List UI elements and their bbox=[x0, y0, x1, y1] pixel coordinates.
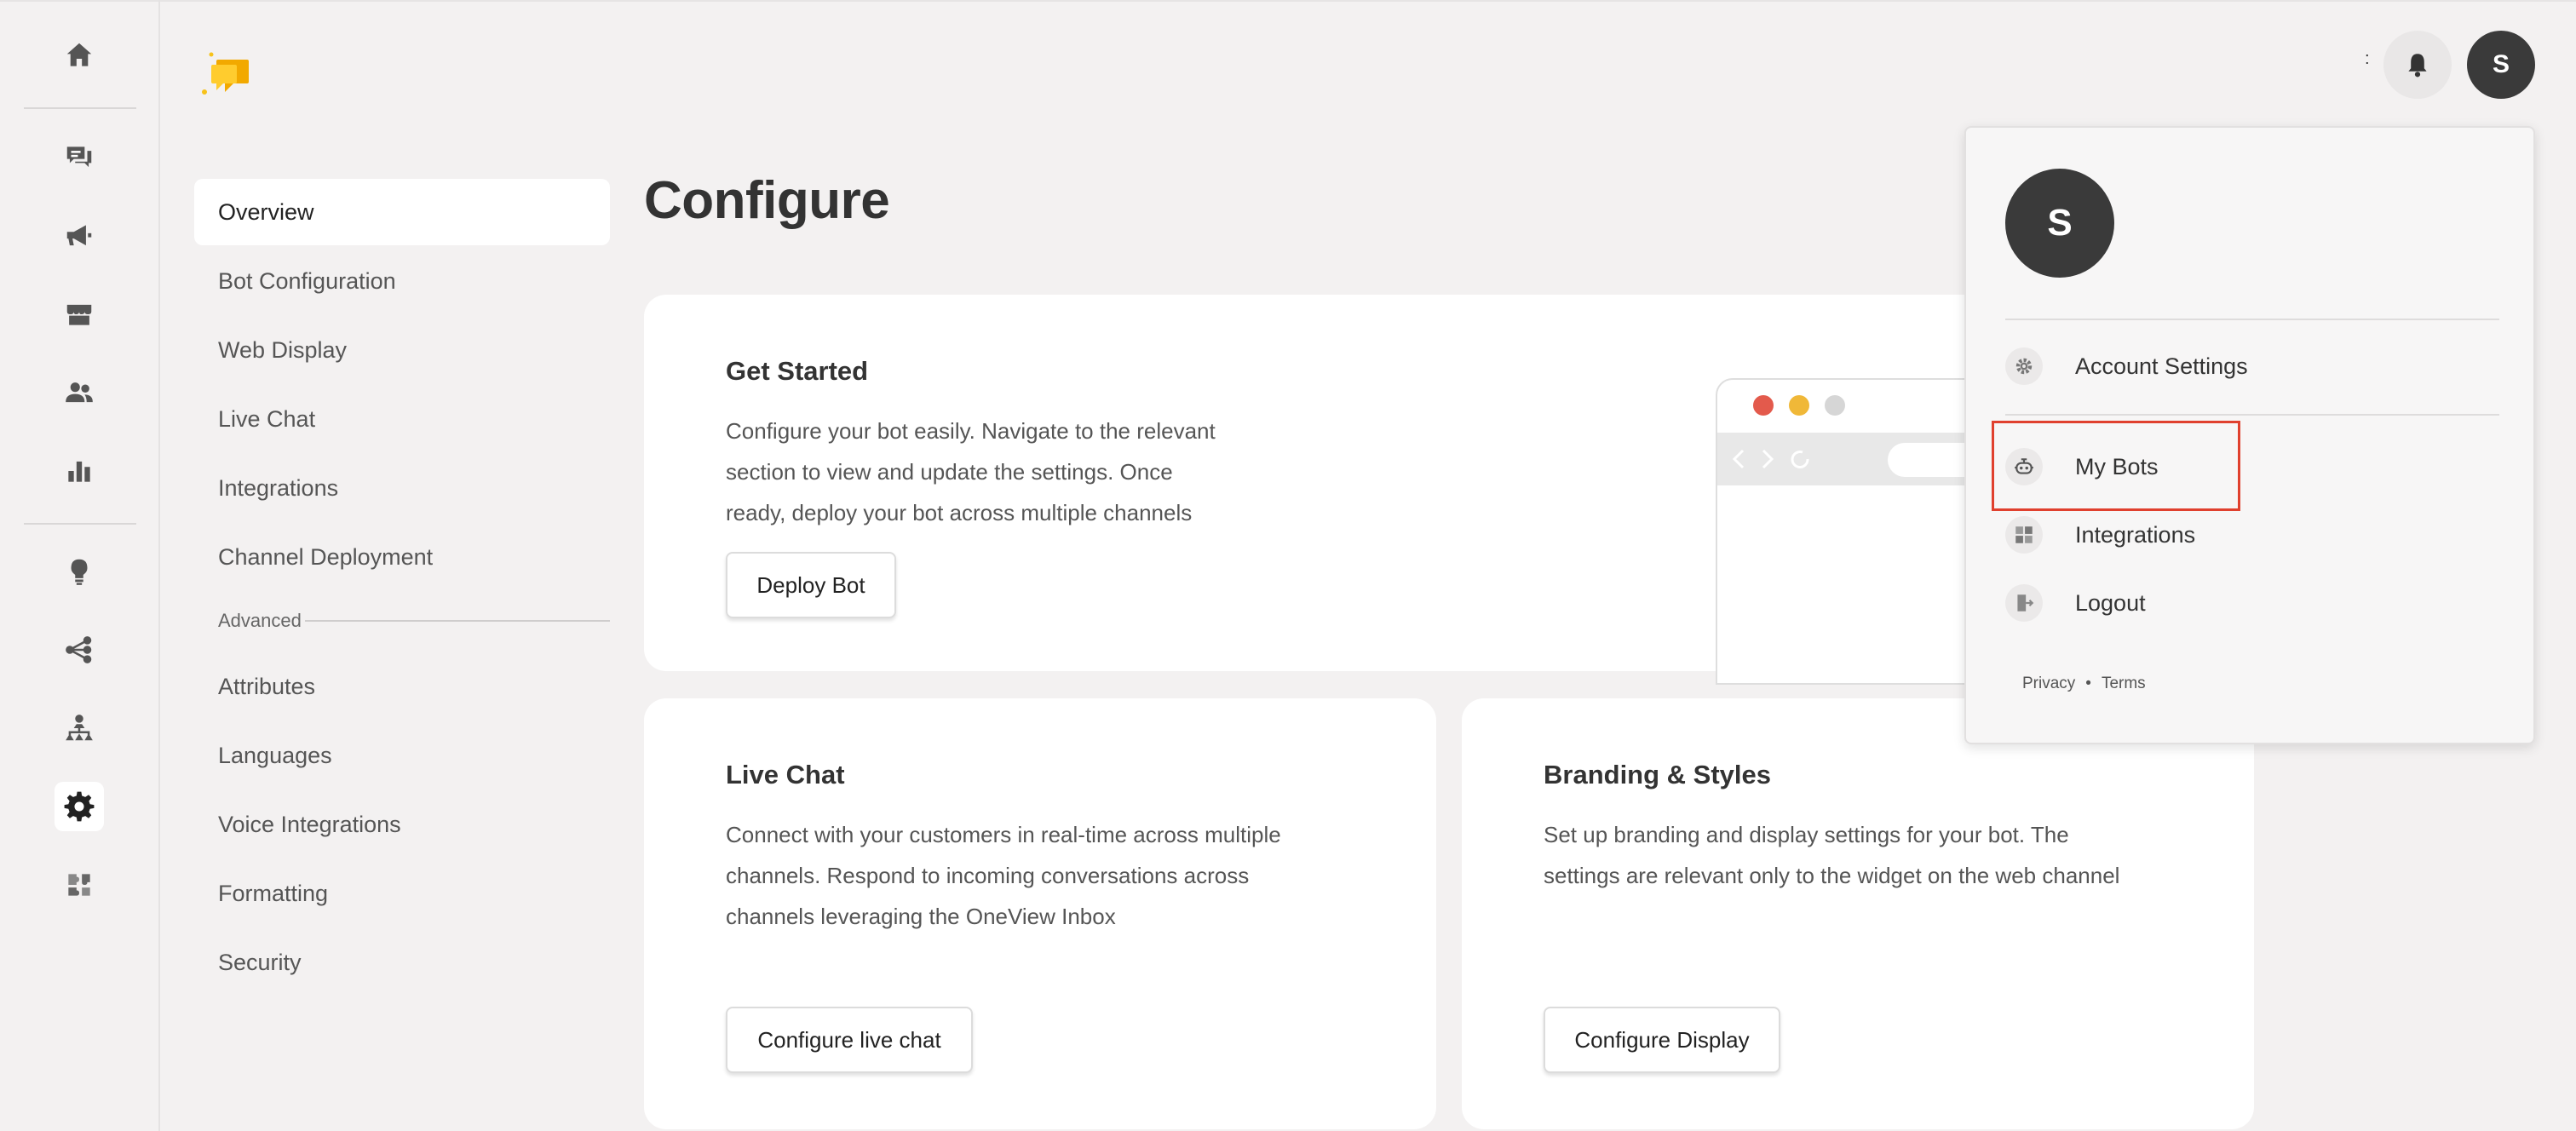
home-icon[interactable] bbox=[55, 31, 104, 80]
menu-item-logout[interactable]: Logout bbox=[2005, 576, 2499, 630]
profile-dropdown: S Account Settings My Bots Integrations … bbox=[1964, 126, 2535, 744]
menu-item-label: My Bots bbox=[2075, 453, 2159, 479]
desc-line: Configure your bot easily. Navigate to t… bbox=[726, 418, 1216, 444]
nav-item-security[interactable]: Security bbox=[194, 929, 610, 996]
top-border bbox=[0, 0, 2576, 2]
dropdown-footer: Privacy • Terms bbox=[2022, 675, 2146, 693]
card-title: Live Chat bbox=[726, 760, 845, 789]
maximize-dot-icon bbox=[1825, 395, 1845, 416]
card-description: Set up branding and display settings for… bbox=[1544, 814, 2119, 896]
puzzle-icon bbox=[2005, 516, 2043, 554]
desc-line: channels. Respond to incoming conversati… bbox=[726, 863, 1250, 888]
menu-item-integrations[interactable]: Integrations bbox=[2005, 508, 2499, 562]
card-description: Configure your bot easily. Navigate to t… bbox=[726, 410, 1216, 533]
deploy-bot-button[interactable]: Deploy Bot bbox=[726, 552, 896, 618]
gear-icon[interactable] bbox=[55, 782, 104, 831]
card-title: Get Started bbox=[726, 356, 869, 386]
conversations-icon[interactable] bbox=[55, 133, 104, 182]
robot-icon bbox=[2005, 448, 2043, 485]
minimize-dot-icon bbox=[1789, 395, 1809, 416]
configure-display-button[interactable]: Configure Display bbox=[1544, 1007, 1780, 1073]
nav-item-channel-deployment[interactable]: Channel Deployment bbox=[194, 524, 610, 590]
menu-item-label: Integrations bbox=[2075, 521, 2196, 548]
live-chat-card: Live Chat Connect with your customers in… bbox=[644, 698, 1436, 1129]
puzzle-icon[interactable] bbox=[55, 860, 104, 910]
rail-divider bbox=[24, 523, 136, 525]
desc-line: settings are relevant only to the widget… bbox=[1544, 863, 2120, 888]
desc-line: ready, deploy your bot across multiple c… bbox=[726, 500, 1193, 525]
menu-item-label: Logout bbox=[2075, 589, 2146, 616]
truncated-text: : bbox=[2365, 49, 2370, 68]
desc-line: Set up branding and display settings for… bbox=[1544, 822, 2069, 847]
nav-item-formatting[interactable]: Formatting bbox=[194, 860, 610, 927]
flow-icon[interactable] bbox=[55, 625, 104, 675]
brand-logo-icon bbox=[199, 49, 259, 100]
dropdown-divider bbox=[2005, 319, 2499, 320]
hierarchy-icon[interactable] bbox=[55, 703, 104, 753]
bell-icon bbox=[2408, 54, 2427, 78]
lightbulb-icon[interactable] bbox=[55, 547, 104, 596]
megaphone-icon[interactable] bbox=[55, 211, 104, 261]
card-description: Connect with your customers in real-time… bbox=[726, 814, 1281, 937]
terms-link[interactable]: Terms bbox=[2102, 675, 2146, 693]
privacy-link[interactable]: Privacy bbox=[2022, 675, 2075, 693]
nav-item-live-chat[interactable]: Live Chat bbox=[194, 386, 610, 452]
analytics-icon[interactable] bbox=[55, 446, 104, 496]
users-icon[interactable] bbox=[55, 368, 104, 417]
menu-item-label: Account Settings bbox=[2075, 353, 2248, 379]
notifications-button[interactable] bbox=[2383, 31, 2452, 99]
rail-divider bbox=[24, 107, 136, 109]
section-divider bbox=[304, 620, 610, 622]
desc-line: Connect with your customers in real-time… bbox=[726, 822, 1281, 847]
logout-icon bbox=[2005, 584, 2043, 622]
nav-item-attributes[interactable]: Attributes bbox=[194, 653, 610, 720]
card-title: Branding & Styles bbox=[1544, 760, 1771, 789]
icon-rail bbox=[0, 0, 160, 1131]
nav-item-overview[interactable]: Overview bbox=[194, 179, 610, 245]
nav-section-advanced: Advanced bbox=[218, 610, 610, 632]
gear-icon bbox=[2005, 347, 2043, 385]
footer-separator: • bbox=[2085, 675, 2091, 692]
nav-item-bot-configuration[interactable]: Bot Configuration bbox=[194, 248, 610, 314]
menu-item-account-settings[interactable]: Account Settings bbox=[2005, 339, 2499, 393]
menu-item-my-bots[interactable]: My Bots bbox=[2005, 439, 2499, 494]
dropdown-avatar: S bbox=[2005, 169, 2114, 278]
desc-line: channels leveraging the OneView Inbox bbox=[726, 904, 1116, 929]
dropdown-divider bbox=[2005, 414, 2499, 416]
nav-section-label: Advanced bbox=[218, 610, 302, 631]
page-title: Configure bbox=[644, 171, 890, 230]
nav-item-integrations[interactable]: Integrations bbox=[194, 455, 610, 521]
desc-line: section to view and update the settings.… bbox=[726, 459, 1173, 485]
store-icon[interactable] bbox=[55, 290, 104, 339]
nav-item-web-display[interactable]: Web Display bbox=[194, 317, 610, 383]
user-avatar-button[interactable]: S bbox=[2467, 31, 2535, 99]
nav-item-voice-integrations[interactable]: Voice Integrations bbox=[194, 791, 610, 858]
branding-styles-card: Branding & Styles Set up branding and di… bbox=[1462, 698, 2254, 1129]
nav-item-languages[interactable]: Languages bbox=[194, 722, 610, 789]
configure-live-chat-button[interactable]: Configure live chat bbox=[726, 1007, 973, 1073]
close-dot-icon bbox=[1753, 395, 1774, 416]
